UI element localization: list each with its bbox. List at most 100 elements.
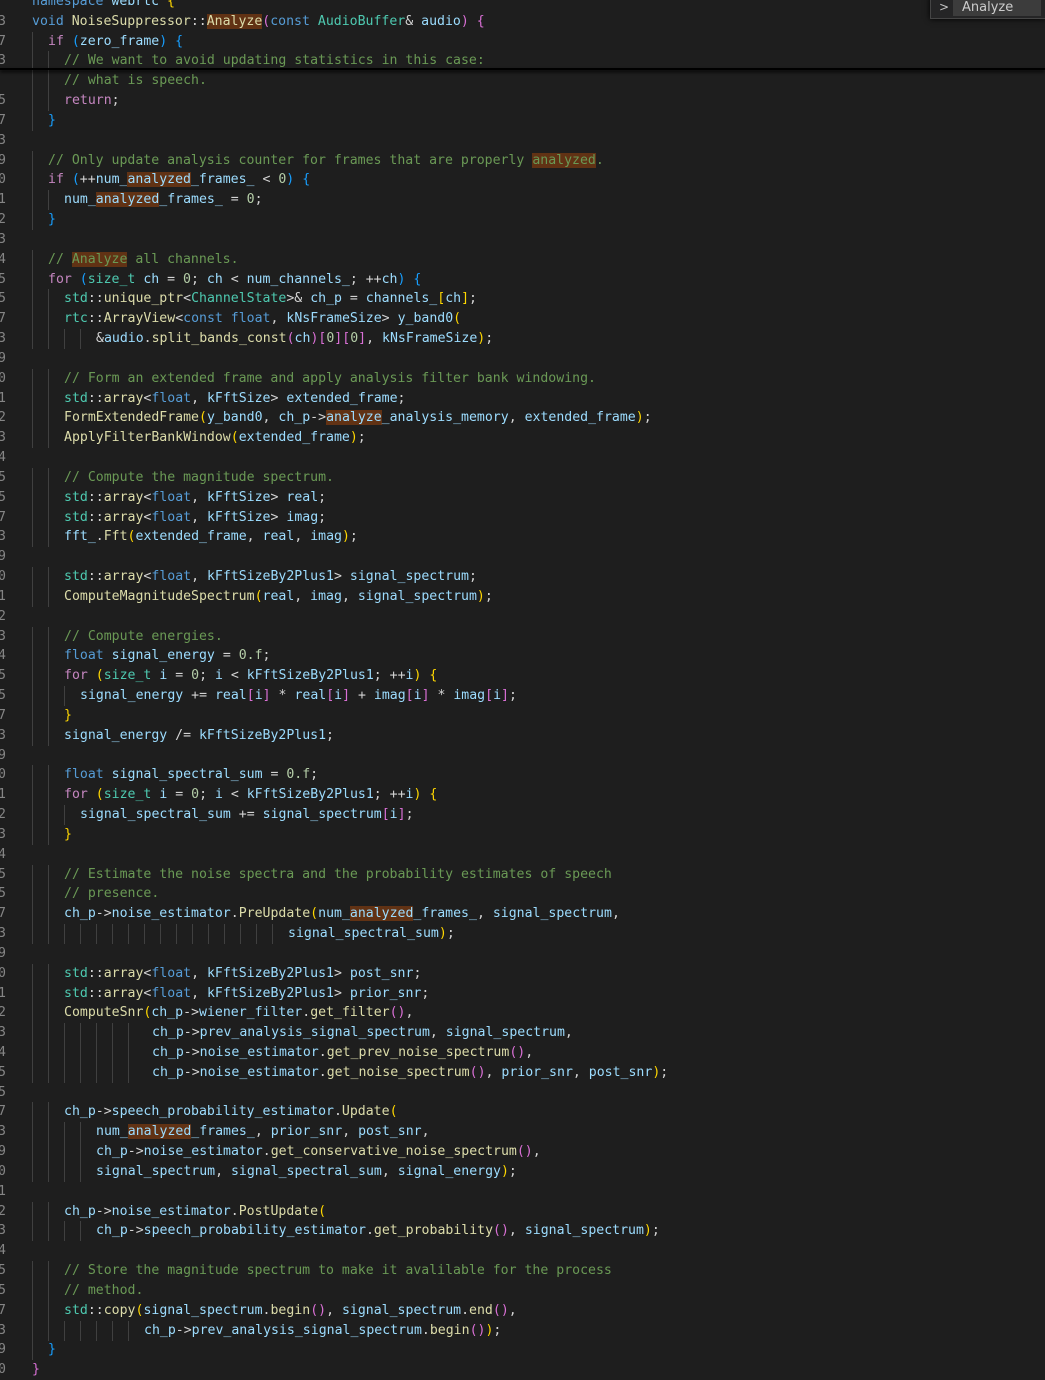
indent-guide bbox=[48, 1161, 49, 1182]
code-line[interactable]: 4 bbox=[0, 845, 1045, 865]
code-editor[interactable]: namespace webrtc {3 void NoiseSuppressor:… bbox=[0, 0, 1045, 1377]
code-line[interactable]: 1 num_analyzed_frames_ = 0; bbox=[0, 190, 1045, 211]
code-line[interactable]: 0 std::array<float, kFftSizeBy2Plus1> sig… bbox=[0, 567, 1045, 588]
code-line[interactable]: 5 ch_p->noise_estimator.get_noise_spectru… bbox=[0, 1062, 1045, 1083]
line-number: 4 bbox=[0, 450, 6, 466]
code-line[interactable]: 9 bbox=[0, 547, 1045, 567]
code-line[interactable]: 7} bbox=[0, 110, 1045, 131]
code-line[interactable]: 2 ch_p->noise_estimator.PostUpdate( bbox=[0, 1201, 1045, 1222]
line-number: 5 bbox=[0, 886, 6, 902]
code-line[interactable]: 3 void NoiseSuppressor::Analyze(const Aud… bbox=[0, 12, 1045, 32]
line-number: 2 bbox=[0, 212, 6, 228]
code-line[interactable]: 4 float signal_energy = 0.f; bbox=[0, 646, 1045, 667]
code-line[interactable]: 3 signal_spectral_sum); bbox=[0, 924, 1045, 944]
code-line[interactable]: 0 if (++num_analyzed_frames_ < 0) { bbox=[0, 170, 1045, 191]
code-line[interactable]: 5 std::array<float, kFftSize> real; bbox=[0, 487, 1045, 508]
code-line[interactable]: 3 ch_p->speech_probability_estimator.get_… bbox=[0, 1221, 1045, 1242]
code-line[interactable]: 5 // method. bbox=[0, 1280, 1045, 1301]
code-line[interactable]: 7 std::array<float, kFftSize> imag; bbox=[0, 507, 1045, 528]
code-line[interactable]: 7 std::copy(signal_spectrum.begin(), sign… bbox=[0, 1300, 1045, 1321]
code-line[interactable]: 0 signal_spectrum, signal_spectral_sum, s… bbox=[0, 1161, 1045, 1182]
code-line[interactable]: 9 bbox=[0, 944, 1045, 964]
indent-guide bbox=[128, 1023, 129, 1044]
indent-guide bbox=[48, 1003, 49, 1024]
code-line[interactable]: 5 signal_energy += real[i] * real[i] + im… bbox=[0, 686, 1045, 707]
code-line[interactable]: 1 bbox=[0, 1182, 1045, 1202]
code-line[interactable]: 5 for (size_t ch = 0; ch < num_channels_;… bbox=[0, 269, 1045, 290]
line-number: 5 bbox=[0, 93, 6, 109]
indent-guide bbox=[32, 467, 33, 488]
indent-guide bbox=[32, 1320, 33, 1341]
code-line[interactable]: namespace webrtc { bbox=[0, 0, 1045, 12]
code-line[interactable]: 0 // Form an extended frame and apply ana… bbox=[0, 368, 1045, 389]
line-number: 3 bbox=[0, 826, 6, 842]
code-line[interactable]: 2 bbox=[0, 607, 1045, 627]
code-line[interactable]: 9} bbox=[0, 1340, 1045, 1361]
indent-guide bbox=[32, 924, 33, 944]
code-line[interactable]: 2 ComputeSnr(ch_p->wiener_filter.get_filt… bbox=[0, 1003, 1045, 1024]
code-line[interactable]: 7} bbox=[0, 705, 1045, 726]
code-line[interactable]: 9 bbox=[0, 349, 1045, 369]
indent-guide bbox=[240, 924, 241, 944]
code-line[interactable]: 5 std::unique_ptr<ChannelState>& ch_p = c… bbox=[0, 289, 1045, 310]
code-line[interactable]: 1 ComputeMagnitudeSpectrum(real, imag, si… bbox=[0, 586, 1045, 607]
code-line[interactable]: 9 ch_p->noise_estimator.get_conservative_… bbox=[0, 1142, 1045, 1163]
indent-guide bbox=[48, 805, 49, 826]
find-input[interactable]: Analyze bbox=[953, 0, 1041, 16]
code-line[interactable]: 3 // Compute energies. bbox=[0, 626, 1045, 647]
code-line[interactable]: 5 bbox=[0, 1083, 1045, 1103]
code-line[interactable]: 5 for (size_t i = 0; i < kFftSizeBy2Plus1… bbox=[0, 666, 1045, 687]
code-line[interactable]: 2 signal_spectral_sum += signal_spectrum[… bbox=[0, 805, 1045, 826]
code-line[interactable]: // what is speech. bbox=[0, 71, 1045, 92]
code-line[interactable]: 7 ch_p->noise_estimator.PreUpdate(num_ana… bbox=[0, 904, 1045, 925]
code-line[interactable]: 7 if (zero_frame) { bbox=[0, 31, 1045, 52]
code-line[interactable]: 5 // presence. bbox=[0, 884, 1045, 905]
line-number: 3 bbox=[0, 1025, 6, 1041]
line-number: 7 bbox=[0, 1302, 6, 1318]
indent-guide bbox=[32, 1340, 33, 1361]
code-line[interactable]: 3 signal_energy /= kFftSizeBy2Plus1; bbox=[0, 725, 1045, 746]
code-line[interactable]: 0 std::array<float, kFftSizeBy2Plus1> pos… bbox=[0, 963, 1045, 984]
code-line[interactable]: 3 ApplyFilterBankWindow(extended_frame); bbox=[0, 428, 1045, 449]
code-line[interactable]: 3 bbox=[0, 230, 1045, 250]
code-line[interactable]: 7 rtc::ArrayView<const float, kNsFrameSiz… bbox=[0, 309, 1045, 330]
line-number: 3 bbox=[0, 1322, 6, 1338]
code-line[interactable]: 9 // Only update analysis counter for fra… bbox=[0, 150, 1045, 171]
code-line[interactable]: 0 float signal_spectral_sum = 0.f; bbox=[0, 765, 1045, 786]
indent-guide bbox=[32, 91, 33, 112]
code-line[interactable]: 3 ch_p->prev_analysis_signal_spectrum.beg… bbox=[0, 1320, 1045, 1341]
code-line[interactable]: 4 // Analyze all channels. bbox=[0, 249, 1045, 270]
line-number: 3 bbox=[0, 727, 6, 743]
code-line[interactable]: 5 // Store the magnitude spectrum to make… bbox=[0, 1261, 1045, 1282]
code-line[interactable]: 5 // Compute the magnitude spectrum. bbox=[0, 467, 1045, 488]
code-line[interactable]: 3 fft_.Fft(extended_frame, real, imag); bbox=[0, 527, 1045, 548]
indent-guide bbox=[64, 686, 65, 707]
code-line[interactable]: 1 for (size_t i = 0; i < kFftSizeBy2Plus1… bbox=[0, 785, 1045, 806]
code-line[interactable]: 5 // Estimate the noise spectra and the p… bbox=[0, 864, 1045, 885]
code-line[interactable]: 3 num_analyzed_frames_, prior_snr, post_s… bbox=[0, 1122, 1045, 1143]
line-number: 5 bbox=[0, 1282, 6, 1298]
code-line[interactable]: 4 ch_p->noise_estimator.get_prev_noise_sp… bbox=[0, 1042, 1045, 1063]
code-line[interactable]: 4 bbox=[0, 448, 1045, 468]
code-line[interactable]: 3 bbox=[0, 131, 1045, 151]
code-line[interactable]: 3 &audio.split_bands_const(ch)[0][0], kNs… bbox=[0, 329, 1045, 350]
code-line[interactable]: 1 std::array<float, kFftSizeBy2Plus1> pri… bbox=[0, 983, 1045, 1004]
indent-guide bbox=[48, 963, 49, 984]
chevron-right-icon[interactable]: > bbox=[937, 0, 951, 15]
indent-guide bbox=[48, 1142, 49, 1163]
code-line[interactable]: 9 bbox=[0, 746, 1045, 766]
code-line[interactable]: 1 std::array<float, kFftSize> extended_fr… bbox=[0, 388, 1045, 409]
code-text: ComputeMagnitudeSpectrum(real, imag, sig… bbox=[64, 588, 493, 604]
code-line[interactable]: 5 return; bbox=[0, 91, 1045, 112]
indent-guide bbox=[32, 686, 33, 707]
code-line[interactable]: 3 ch_p->prev_analysis_signal_spectrum, si… bbox=[0, 1023, 1045, 1044]
code-line[interactable]: 4 bbox=[0, 1241, 1045, 1261]
code-line[interactable]: 2} bbox=[0, 210, 1045, 231]
indent-guide bbox=[32, 368, 33, 389]
code-text: rtc::ArrayView<const float, kNsFrameSize… bbox=[64, 311, 462, 327]
code-line[interactable]: 3} bbox=[0, 824, 1045, 845]
code-line[interactable]: 0} bbox=[0, 1360, 1045, 1380]
line-number: 4 bbox=[0, 251, 6, 267]
code-line[interactable]: 2 FormExtendedFrame(y_band0, ch_p->analyz… bbox=[0, 408, 1045, 429]
code-line[interactable]: 7 ch_p->speech_probability_estimator.Upda… bbox=[0, 1102, 1045, 1123]
